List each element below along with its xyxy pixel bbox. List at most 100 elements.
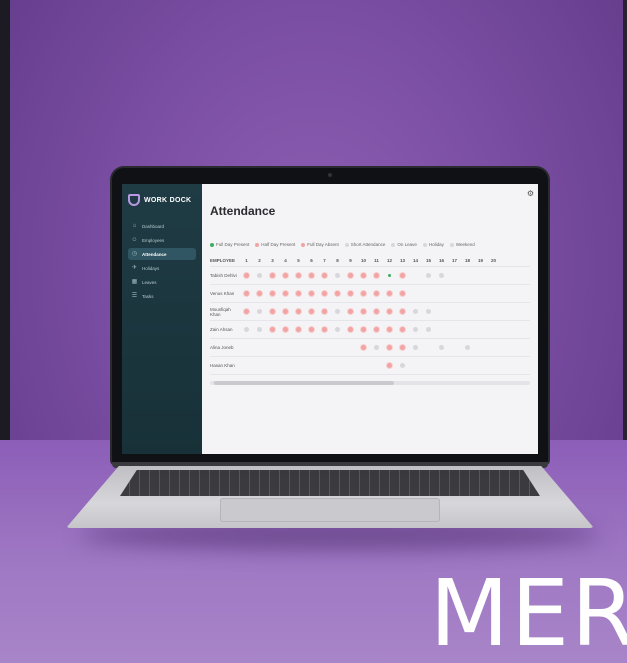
attendance-cell[interactable] — [383, 362, 396, 369]
attendance-cell[interactable] — [435, 309, 448, 315]
attendance-cell[interactable] — [292, 345, 305, 351]
horizontal-scrollbar[interactable] — [210, 381, 530, 385]
attendance-cell[interactable] — [240, 326, 253, 333]
attendance-cell[interactable] — [344, 272, 357, 279]
attendance-cell[interactable] — [409, 308, 422, 315]
attendance-cell[interactable] — [474, 291, 487, 297]
attendance-cell[interactable] — [487, 291, 500, 297]
attendance-cell[interactable] — [487, 327, 500, 333]
attendance-cell[interactable] — [331, 326, 344, 333]
attendance-cell[interactable] — [279, 363, 292, 369]
attendance-cell[interactable] — [344, 345, 357, 351]
attendance-cell[interactable] — [422, 363, 435, 369]
attendance-cell[interactable] — [279, 345, 292, 351]
attendance-cell[interactable] — [240, 272, 253, 279]
attendance-cell[interactable] — [487, 363, 500, 369]
attendance-cell[interactable] — [279, 272, 292, 279]
attendance-cell[interactable] — [240, 308, 253, 315]
attendance-cell[interactable] — [383, 273, 396, 278]
attendance-cell[interactable] — [474, 273, 487, 279]
attendance-cell[interactable] — [318, 326, 331, 333]
attendance-cell[interactable] — [279, 290, 292, 297]
attendance-cell[interactable] — [318, 363, 331, 369]
attendance-cell[interactable] — [422, 308, 435, 315]
attendance-cell[interactable] — [396, 362, 409, 369]
attendance-cell[interactable] — [344, 308, 357, 315]
attendance-cell[interactable] — [474, 309, 487, 315]
attendance-cell[interactable] — [422, 326, 435, 333]
attendance-cell[interactable] — [266, 363, 279, 369]
attendance-cell[interactable] — [305, 345, 318, 351]
attendance-cell[interactable] — [422, 272, 435, 279]
sidebar-item-attendance[interactable]: ◷ Attendance — [128, 248, 196, 260]
table-row[interactable]: Tabish Dehlvi — [210, 267, 530, 285]
attendance-cell[interactable] — [474, 363, 487, 369]
attendance-cell[interactable] — [240, 290, 253, 297]
attendance-cell[interactable] — [474, 327, 487, 333]
attendance-cell[interactable] — [435, 363, 448, 369]
scroll-thumb[interactable] — [214, 381, 394, 385]
attendance-cell[interactable] — [266, 290, 279, 297]
attendance-cell[interactable] — [409, 344, 422, 351]
attendance-cell[interactable] — [253, 326, 266, 333]
attendance-cell[interactable] — [448, 327, 461, 333]
attendance-cell[interactable] — [370, 363, 383, 369]
attendance-cell[interactable] — [240, 363, 253, 369]
attendance-cell[interactable] — [331, 272, 344, 279]
attendance-cell[interactable] — [357, 326, 370, 333]
attendance-cell[interactable] — [370, 344, 383, 351]
attendance-cell[interactable] — [318, 272, 331, 279]
attendance-cell[interactable] — [383, 290, 396, 297]
attendance-cell[interactable] — [305, 272, 318, 279]
attendance-cell[interactable] — [292, 326, 305, 333]
attendance-cell[interactable] — [370, 272, 383, 279]
attendance-cell[interactable] — [448, 291, 461, 297]
attendance-cell[interactable] — [461, 327, 474, 333]
attendance-cell[interactable] — [305, 363, 318, 369]
attendance-cell[interactable] — [383, 326, 396, 333]
attendance-cell[interactable] — [357, 272, 370, 279]
attendance-cell[interactable] — [435, 344, 448, 351]
attendance-cell[interactable] — [253, 345, 266, 351]
attendance-cell[interactable] — [370, 290, 383, 297]
attendance-cell[interactable] — [396, 308, 409, 315]
attendance-cell[interactable] — [396, 290, 409, 297]
attendance-cell[interactable] — [448, 273, 461, 279]
attendance-cell[interactable] — [370, 326, 383, 333]
attendance-cell[interactable] — [435, 291, 448, 297]
attendance-cell[interactable] — [448, 309, 461, 315]
sidebar-item-employees[interactable]: ☺ Employees — [128, 234, 196, 246]
attendance-cell[interactable] — [344, 290, 357, 297]
attendance-cell[interactable] — [461, 309, 474, 315]
attendance-cell[interactable] — [409, 273, 422, 279]
attendance-cell[interactable] — [253, 308, 266, 315]
attendance-cell[interactable] — [396, 344, 409, 351]
attendance-cell[interactable] — [448, 363, 461, 369]
table-row[interactable]: Mousfiqah Khan — [210, 303, 530, 321]
attendance-cell[interactable] — [292, 272, 305, 279]
attendance-cell[interactable] — [357, 344, 370, 351]
attendance-cell[interactable] — [292, 290, 305, 297]
attendance-cell[interactable] — [461, 291, 474, 297]
attendance-cell[interactable] — [357, 290, 370, 297]
attendance-cell[interactable] — [383, 344, 396, 351]
table-row[interactable]: Zain Ahsan — [210, 321, 530, 339]
table-row[interactable]: Venus Khan — [210, 285, 530, 303]
attendance-cell[interactable] — [474, 345, 487, 351]
sidebar-item-dashboard[interactable]: ⌂ Dashboard — [128, 220, 196, 232]
attendance-cell[interactable] — [318, 345, 331, 351]
attendance-cell[interactable] — [305, 308, 318, 315]
attendance-cell[interactable] — [331, 290, 344, 297]
attendance-cell[interactable] — [409, 326, 422, 333]
attendance-cell[interactable] — [266, 308, 279, 315]
attendance-cell[interactable] — [461, 363, 474, 369]
attendance-cell[interactable] — [435, 272, 448, 279]
attendance-cell[interactable] — [487, 273, 500, 279]
attendance-cell[interactable] — [396, 326, 409, 333]
attendance-cell[interactable] — [435, 327, 448, 333]
attendance-cell[interactable] — [266, 345, 279, 351]
attendance-cell[interactable] — [318, 290, 331, 297]
attendance-cell[interactable] — [305, 326, 318, 333]
attendance-cell[interactable] — [448, 345, 461, 351]
attendance-cell[interactable] — [487, 345, 500, 351]
